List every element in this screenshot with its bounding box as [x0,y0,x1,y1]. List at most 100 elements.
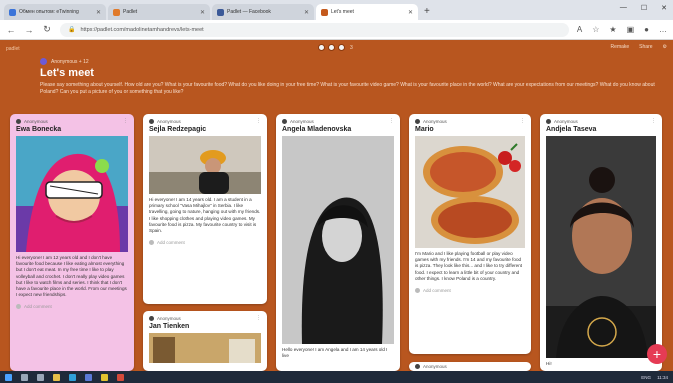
anonymous-avatar [546,118,551,124]
more-options-icon[interactable]: ⋮ [123,118,128,124]
post-card[interactable]: Anonymous ⋮ Sejla Redzepagic Hi everyone… [143,114,267,304]
post-body: I'm Mario and I like playing football or… [415,251,523,281]
store-icon[interactable] [85,373,92,381]
browser-tab-active[interactable]: Let's meet ✕ [316,4,418,20]
tab-favicon-icon [113,8,120,16]
read-aloud-icon[interactable]: A [577,25,582,34]
tab-favicon-icon [217,8,224,16]
post-author: Anonymous [290,118,314,124]
author-name: Anonymous + 12 [51,58,89,65]
post-body: Hi! [546,361,552,366]
favorite-star-icon[interactable]: ☆ [592,25,599,34]
post-image-girl-hat [149,136,261,194]
anonymous-avatar [282,118,287,124]
browser-tab[interactable]: Padlet ✕ [108,4,210,20]
more-options-icon[interactable]: ⋮ [256,118,261,124]
post-card[interactable]: Anonymous ⋮ Andjela Taseva Hi! [540,114,662,371]
new-tab-icon[interactable]: + [424,6,430,17]
forward-icon[interactable]: → [24,25,34,35]
post-card[interactable]: Anonymous [409,362,531,371]
post-title: Jan Tienken [149,323,190,330]
tab-close-icon[interactable]: ✕ [200,9,205,16]
window-controls: — ☐ ✕ [620,4,667,12]
comment-row[interactable]: Add comment [409,285,531,296]
browser-tab[interactable]: Padlet — Facebook ✕ [212,4,314,20]
remake-button[interactable]: Remake [611,44,630,50]
start-icon[interactable] [5,373,12,381]
reload-icon[interactable]: ↻ [42,24,52,35]
tab-close-icon[interactable]: ✕ [304,9,309,16]
more-options-icon[interactable]: ⋮ [520,118,525,124]
search-icon[interactable] [21,373,28,381]
viewer-count: 3 [350,44,353,51]
avatar [328,44,335,51]
anonymous-avatar [415,364,420,369]
more-options-icon[interactable]: ⋮ [651,118,656,124]
post-body: Hi everyone! I am 14 years old. I am a s… [149,197,261,234]
padlet-topbar: padlet 3 Remake Share ⚙ [6,44,667,54]
comment-row[interactable]: Add comment [10,301,134,312]
comment-avatar [415,288,420,294]
file-explorer-icon[interactable] [53,373,60,381]
tab-label: Let's meet [331,9,354,15]
app-icon[interactable] [117,373,124,381]
address-bar[interactable]: 🔒 https://padlet.com/madolinetamhandrevs… [60,22,569,37]
padlet-author: Anonymous + 12 [40,58,89,65]
share-button[interactable]: Share [639,44,652,50]
post-meta: Anonymous ⋮ [276,114,400,124]
post-image-pizza [415,136,525,248]
tab-favicon-icon [321,8,328,16]
post-title: Andjela Taseva [546,126,597,133]
post-body: Hi everyone! I am 12 years old and I don… [16,255,127,298]
favorites-icon[interactable]: ★ [609,25,616,34]
reactions: 3 [318,44,353,51]
lock-icon: 🔒 [68,27,76,33]
tab-close-icon[interactable]: ✕ [408,9,413,16]
profile-icon[interactable]: ● [644,25,649,34]
edge-icon[interactable] [69,373,76,381]
post-title: Angela Mladenovska [282,126,352,133]
post-meta: Anonymous ⋮ [409,114,531,124]
more-options-icon[interactable]: ⋮ [256,315,261,321]
add-comment-label: Add comment [157,240,185,246]
post-author: Anonymous [554,118,578,124]
post-author: Anonymous [157,118,181,124]
post-card[interactable]: Anonymous ⋮ Mario I'm Mario and I like p… [409,114,531,354]
padlet-header: padlet 3 Remake Share ⚙ Anonymous + 12 L… [0,40,673,108]
author-avatar [40,58,47,65]
post-image-bun-portrait [546,136,656,358]
maximize-icon[interactable]: ☐ [641,4,647,12]
post-author: Anonymous [423,364,447,369]
avatar [338,44,345,51]
chrome-icon[interactable] [101,373,108,381]
tab-favicon-icon [9,8,16,16]
post-card[interactable]: Anonymous ⋮ Ewa Bonecka Hi everyone! I a… [10,114,134,371]
address-url: https://padlet.com/madolinetamhandrevs/l… [80,26,204,33]
close-window-icon[interactable]: ✕ [661,4,667,12]
add-post-button[interactable]: + [647,344,667,364]
post-author: Anonymous [157,315,181,321]
comment-avatar [149,240,154,246]
post-meta: Anonymous ⋮ [143,114,267,124]
post-card[interactable]: Anonymous ⋮ Jan Tienken [143,311,267,371]
minimize-icon[interactable]: — [620,4,627,12]
post-meta: Anonymous [409,362,531,369]
language-indicator[interactable]: ENG [641,375,651,380]
padlet-logo[interactable]: padlet [6,46,20,52]
menu-icon[interactable]: … [659,25,667,34]
post-title: Sejla Redzepagic [149,126,207,133]
add-comment-label: Add comment [24,304,52,310]
task-view-icon[interactable] [37,373,44,381]
collections-icon[interactable]: ▣ [627,25,635,34]
more-options-icon[interactable]: ⋮ [389,118,394,124]
browser-tabstrip: Обмен опытом: eTwinning ✕ Padlet ✕ Padle… [0,0,673,20]
comment-row[interactable]: Add comment [143,237,267,248]
browser-tab[interactable]: Обмен опытом: eTwinning ✕ [4,4,106,20]
settings-gear-icon[interactable]: ⚙ [663,44,667,50]
anonymous-avatar [415,118,420,124]
tab-label: Padlet — Facebook [227,9,271,15]
post-card[interactable]: Anonymous ⋮ Angela Mladenovska Hello eve… [276,114,400,371]
back-icon[interactable]: ← [6,25,16,35]
clock[interactable]: 11:34 [657,375,668,380]
tab-close-icon[interactable]: ✕ [96,9,101,16]
